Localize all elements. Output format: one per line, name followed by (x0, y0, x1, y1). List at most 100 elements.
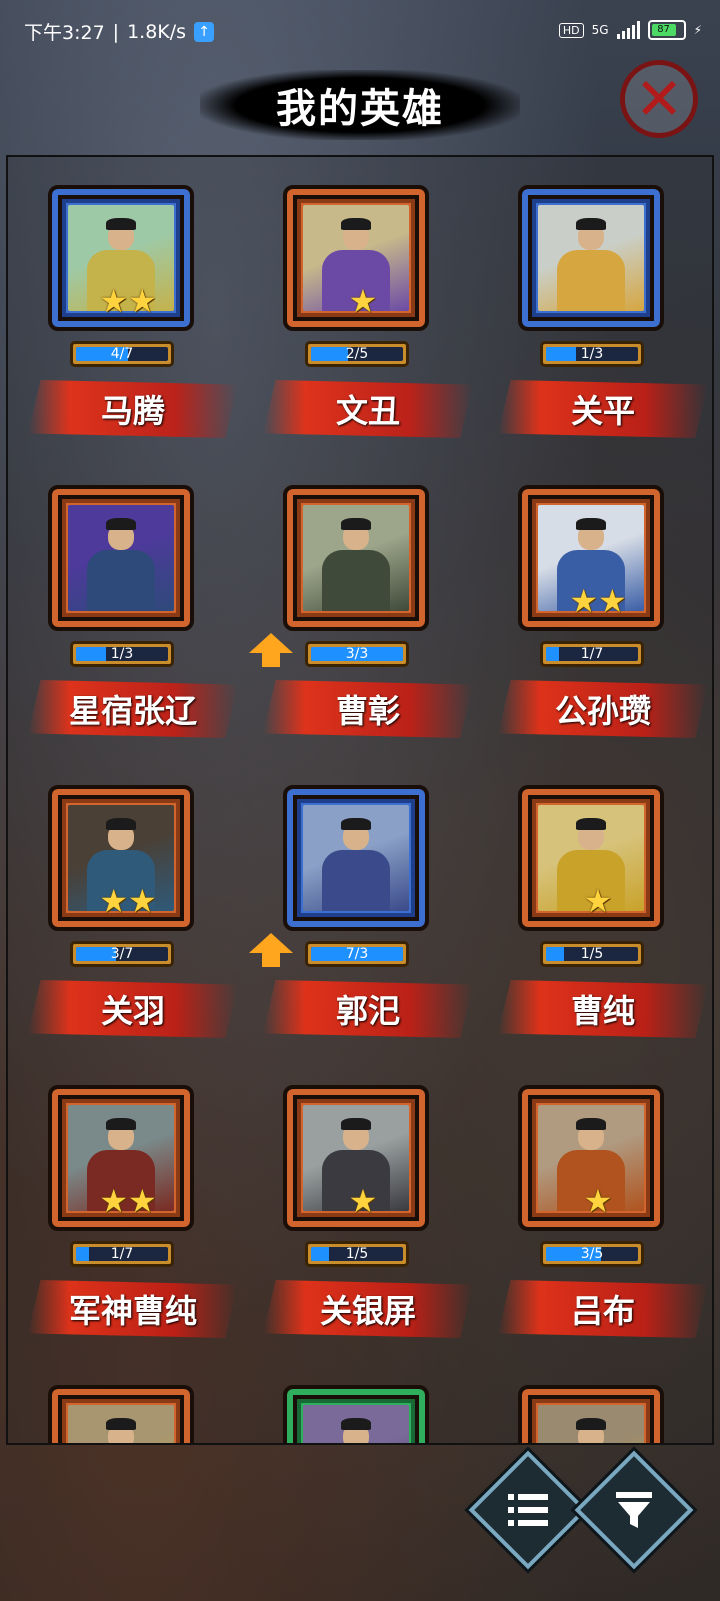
network-type: 5G (591, 23, 609, 37)
star-icon: ★ (99, 282, 128, 320)
hero-stars: ★ ★ (478, 582, 712, 620)
hero-shard-progress: 3/5 (540, 1241, 644, 1267)
hero-portrait-frame (48, 1385, 194, 1443)
hero-stars: ★ ★ (8, 1185, 248, 1217)
hero-name: 关银屏 (319, 1292, 416, 1330)
progress-label: 7/3 (345, 947, 369, 961)
star-icon: ★ (128, 282, 157, 320)
hero-name-strip: 关羽 (28, 980, 238, 1038)
hd-badge: HD (558, 22, 584, 38)
progress-label: 1/7 (110, 1247, 134, 1261)
hero-card[interactable]: ★ ★ 4/7 马腾 (8, 165, 248, 465)
hero-card[interactable]: ★ 3/5 吕布 (478, 1065, 712, 1365)
star-icon: ★ (348, 1182, 378, 1220)
hero-shard-progress: 1/3 (70, 641, 174, 667)
hero-portrait-frame (518, 1385, 664, 1443)
progress-label: 1/3 (110, 647, 134, 661)
hero-stars: ★ (478, 1185, 712, 1217)
star-icon: ★ (583, 882, 613, 920)
progress-label: 3/3 (345, 647, 369, 661)
progress-label: 1/7 (580, 647, 604, 661)
hero-portrait (538, 1405, 644, 1443)
charging-icon: ⚡ (693, 23, 702, 37)
progress-label: 1/5 (580, 947, 604, 961)
hero-name: 文丑 (335, 392, 400, 430)
upload-arrow-icon: ↑ (194, 21, 215, 42)
list-button[interactable] (468, 1450, 588, 1570)
hero-stars: ★ (478, 882, 712, 920)
hero-card[interactable]: ★ ★ 3/7 关羽 (8, 765, 248, 1065)
hero-name-strip: 曹纯 (498, 980, 708, 1038)
hero-name-strip: 星宿张辽 (28, 680, 238, 738)
hero-stars: ★ (243, 285, 483, 317)
status-bar: 下午3:27 | 1.8K/s ↑ HD 5G 87 ⚡ (0, 0, 720, 60)
hero-name-strip: 关平 (498, 380, 708, 438)
hero-list-panel[interactable]: ★ ★ 4/7 马腾 ★ 2/5 文丑 1/3 关平 1/3 星宿张辽 3/3 曹彰 ★ ★ 1/7 公孙瓒 ★ ★… (6, 155, 714, 1445)
hero-shard-progress: 1/5 (540, 941, 644, 967)
net-speed: 1.8K/s (127, 20, 187, 43)
progress-label: 3/7 (110, 947, 134, 961)
status-time: 下午3:27 (24, 22, 105, 44)
hero-name-strip: 文丑 (263, 380, 473, 438)
hero-card[interactable]: ★ 1/5 关银屏 (243, 1065, 483, 1365)
hero-stars: ★ ★ (8, 285, 248, 317)
hero-name: 关平 (570, 392, 635, 430)
status-right: HD 5G 87 ⚡ (558, 20, 702, 40)
hero-card[interactable]: ★ 2/5 文丑 (243, 165, 483, 465)
hero-shard-progress: 1/7 (540, 641, 644, 667)
hero-card[interactable]: ★ 1/5 曹纯 (478, 765, 712, 1065)
filter-button[interactable] (574, 1450, 694, 1570)
battery-icon: 87 (647, 20, 686, 40)
hero-card[interactable] (8, 1365, 248, 1443)
hero-name: 关羽 (100, 992, 165, 1030)
hero-shard-progress: 2/5 (305, 341, 409, 367)
signal-icon (616, 21, 640, 39)
hero-portrait-frame (283, 485, 429, 631)
hero-name-strip: 马腾 (28, 380, 238, 438)
hero-portrait (303, 1405, 409, 1443)
hero-shard-progress: 7/3 (305, 941, 409, 967)
star-icon: ★ (99, 1182, 128, 1220)
hero-card[interactable]: ★ ★ 1/7 公孙瓒 (478, 465, 712, 765)
hero-name: 吕布 (570, 1292, 635, 1330)
hero-portrait-frame (48, 485, 194, 631)
hero-shard-progress: 4/7 (70, 341, 174, 367)
hero-shard-progress: 1/7 (70, 1241, 174, 1267)
hero-card[interactable]: 7/3 郭汜 (243, 765, 483, 1065)
hero-portrait (303, 505, 409, 611)
hero-card[interactable]: 3/3 曹彰 (243, 465, 483, 765)
hero-portrait (303, 805, 409, 911)
page-title: 我的英雄 (276, 86, 444, 132)
star-icon: ★ (99, 882, 128, 920)
progress-label: 4/7 (110, 347, 134, 361)
star-icon: ★ (569, 582, 598, 620)
hero-shard-progress: 3/7 (70, 941, 174, 967)
hero-card[interactable]: ★ ★ 1/7 军神曹纯 (8, 1065, 248, 1365)
hero-shard-progress: 1/5 (305, 1241, 409, 1267)
star-icon: ★ (598, 582, 627, 620)
hero-portrait-frame (283, 785, 429, 931)
progress-label: 3/5 (580, 1247, 604, 1261)
hero-card[interactable] (243, 1365, 483, 1443)
hero-portrait (538, 205, 644, 311)
star-icon: ★ (348, 282, 378, 320)
hero-stars: ★ ★ (8, 885, 248, 917)
upgrade-arrow-icon[interactable] (249, 933, 293, 967)
hero-shard-progress: 3/3 (305, 641, 409, 667)
hero-portrait-frame (518, 185, 664, 331)
hero-name-strip: 郭汜 (263, 980, 473, 1038)
hero-name: 曹纯 (570, 992, 635, 1030)
hero-card[interactable]: 1/3 关平 (478, 165, 712, 465)
star-icon: ★ (128, 882, 157, 920)
hero-name-strip: 曹彰 (263, 680, 473, 738)
status-left: 下午3:27 | 1.8K/s ↑ (24, 18, 215, 45)
close-button[interactable]: ✕ (620, 60, 698, 138)
hero-shard-progress: 1/3 (540, 341, 644, 367)
hero-name-strip: 军神曹纯 (28, 1280, 238, 1338)
hero-card[interactable]: 1/3 星宿张辽 (8, 465, 248, 765)
hero-name: 公孙瓒 (554, 692, 651, 730)
hero-stars: ★ (243, 1185, 483, 1217)
hero-card[interactable] (478, 1365, 712, 1443)
star-icon: ★ (128, 1182, 157, 1220)
upgrade-arrow-icon[interactable] (249, 633, 293, 667)
